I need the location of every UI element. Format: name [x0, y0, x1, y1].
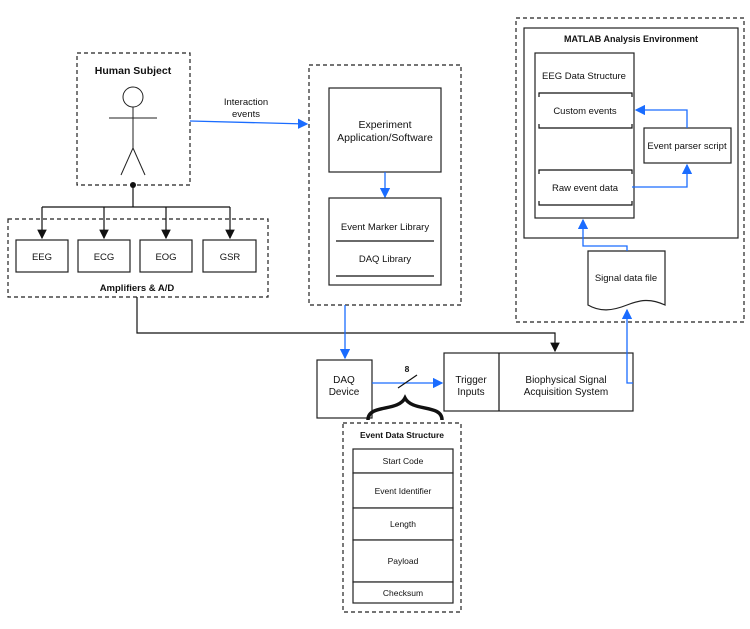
interaction-arrow: [189, 118, 309, 129]
custom-events-label: Custom events: [553, 106, 617, 117]
daq-device-label: DAQ: [333, 375, 355, 386]
interaction-label-2: events: [232, 109, 260, 120]
eeg-structure-label: EEG Data Structure: [542, 71, 626, 82]
bus-slash: [397, 374, 418, 389]
field-label: Length: [390, 519, 416, 529]
event-data-structure-title: Event Data Structure: [360, 430, 444, 440]
acquisition-system-label: Biophysical Signal: [525, 375, 606, 386]
signal-data-file-label: Signal data file: [595, 273, 657, 284]
matlab-group: MATLAB Analysis Environment EEG Data Str…: [515, 17, 745, 323]
bus-width-label: 8: [405, 364, 410, 374]
field-label: Event Identifier: [375, 486, 432, 496]
trigger-inputs-label: Inputs: [457, 387, 484, 398]
field-label: Start Code: [383, 456, 424, 466]
field-label: Payload: [388, 556, 419, 566]
daq-library-label: DAQ Library: [359, 254, 412, 265]
human-subject-group: Human Subject: [76, 52, 191, 188]
event-marker-library-label: Event Marker Library: [341, 222, 429, 233]
amplifiers-group: EEG ECG EOG GSR Amplifiers & A/D: [7, 218, 269, 298]
human-subject-title: Human Subject: [95, 65, 172, 77]
system-diagram: Human Subject EEG ECG EOG GSR Amplifiers…: [7, 17, 745, 613]
experiment-app-label: Experiment: [358, 119, 411, 131]
event-parser-label: Event parser script: [647, 141, 727, 152]
acquisition-system-label: Acquisition System: [524, 387, 608, 398]
channel-label: EOG: [155, 252, 176, 263]
experiment-group: Experiment Application/Software Event Ma…: [308, 64, 462, 306]
daq-device-label: Device: [329, 387, 360, 398]
stick-figure-icon: [109, 86, 157, 176]
experiment-app-label: Application/Software: [337, 132, 433, 144]
interaction-label-1: Interaction: [224, 97, 268, 108]
trigger-inputs-label: Trigger: [455, 375, 487, 386]
field-label: Checksum: [383, 588, 423, 598]
raw-event-data-label: Raw event data: [552, 183, 619, 194]
channel-label: GSR: [220, 252, 241, 263]
curly-brace-icon: [366, 394, 444, 421]
channel-label: ECG: [94, 252, 115, 263]
channel-label: EEG: [32, 252, 52, 263]
amplifiers-title: Amplifiers & A/D: [100, 283, 175, 294]
event-data-structure: Event Data Structure Start Code Event Id…: [342, 422, 462, 613]
matlab-title: MATLAB Analysis Environment: [564, 34, 698, 44]
channel-connectors: [37, 185, 235, 240]
